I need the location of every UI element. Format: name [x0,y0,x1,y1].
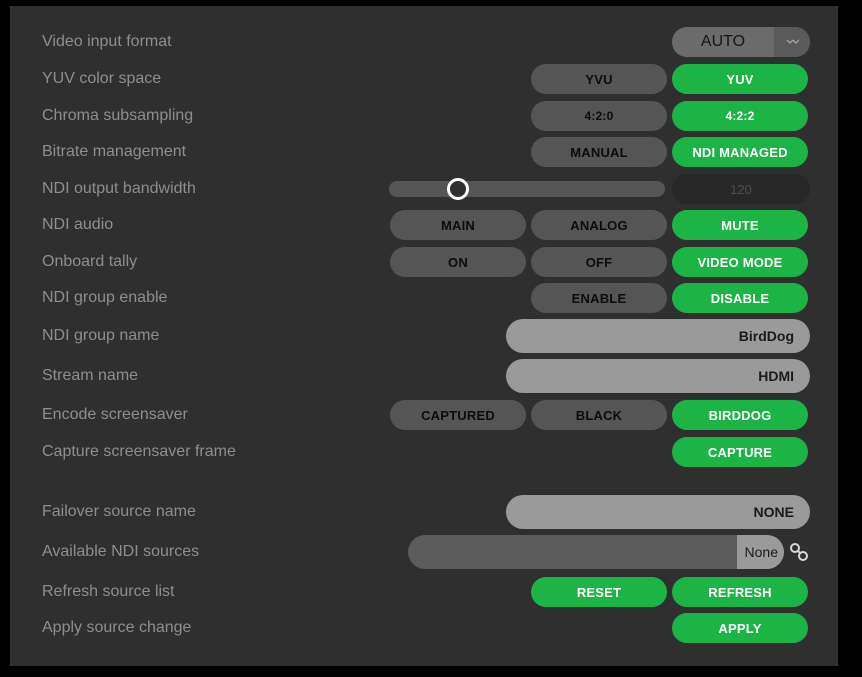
ndi-sources-select[interactable]: None [408,535,784,569]
available-ndi-sources-label: Available NDI sources [42,543,200,560]
audio-mute-button[interactable]: MUTE [672,210,808,240]
reset-button[interactable]: RESET [531,577,667,607]
manual-button[interactable]: MANUAL [531,137,667,167]
row-yuv-color-space: YUV color space YVU YUV [10,61,838,97]
stream-name-label: Stream name [42,367,139,384]
row-bitrate-management: Bitrate management MANUAL NDI MANAGED [10,134,838,170]
ndi-group-enable-label: NDI group enable [42,289,168,306]
failover-source-name-input[interactable]: NONE [506,495,810,529]
chroma-422-button[interactable]: 4:2:2 [672,101,808,131]
screensaver-captured-button[interactable]: CAPTURED [390,400,526,430]
row-apply-source-change: Apply source change APPLY [10,610,838,646]
failover-source-name-label: Failover source name [42,503,196,520]
yuv-button[interactable]: YUV [672,64,808,94]
row-available-ndi-sources: Available NDI sources None [10,534,838,570]
row-video-input-format: Video input format AUTO [10,24,838,60]
group-disable-button[interactable]: DISABLE [672,283,808,313]
chevron-down-icon [774,27,810,57]
screensaver-birddog-button[interactable]: BIRDDOG [672,400,808,430]
refresh-source-list-label: Refresh source list [42,583,175,600]
chroma-420-button[interactable]: 4:2:0 [531,101,667,131]
apply-button[interactable]: APPLY [672,613,808,643]
audio-main-button[interactable]: MAIN [390,210,526,240]
row-chroma-subsampling: Chroma subsampling 4:2:0 4:2:2 [10,98,838,134]
onboard-tally-label: Onboard tally [42,253,138,270]
bitrate-management-label: Bitrate management [42,143,187,160]
apply-source-change-label: Apply source change [42,619,192,636]
settings-panel: Video input format AUTO YUV color space … [10,6,838,666]
ndi-audio-label: NDI audio [42,216,114,233]
ndi-group-name-input[interactable]: BirdDog [506,319,810,353]
row-ndi-group-name: NDI group name BirdDog [10,318,838,354]
capture-screensaver-frame-label: Capture screensaver frame [42,443,236,460]
row-stream-name: Stream name HDMI [10,358,838,394]
yuv-color-space-label: YUV color space [42,70,162,87]
stream-name-input[interactable]: HDMI [506,359,810,393]
video-input-format-label: Video input format [42,33,172,50]
tally-off-button[interactable]: OFF [531,247,667,277]
ndi-sources-value: None [736,535,784,569]
row-ndi-audio: NDI audio MAIN ANALOG MUTE [10,207,838,243]
link-icon[interactable] [788,541,810,563]
row-ndi-output-bandwidth: NDI output bandwidth 120 [10,171,838,207]
yvu-button[interactable]: YVU [531,64,667,94]
row-encode-screensaver: Encode screensaver CAPTURED BLACK BIRDDO… [10,397,838,433]
bandwidth-slider-handle[interactable] [447,178,469,200]
tally-video-mode-button[interactable]: VIDEO MODE [672,247,808,277]
row-onboard-tally: Onboard tally ON OFF VIDEO MODE [10,244,838,280]
ndi-output-bandwidth-label: NDI output bandwidth [42,180,196,197]
tally-on-button[interactable]: ON [390,247,526,277]
row-capture-screensaver-frame: Capture screensaver frame CAPTURE [10,434,838,470]
capture-button[interactable]: CAPTURE [672,437,808,467]
chroma-subsampling-label: Chroma subsampling [42,107,194,124]
row-ndi-group-enable: NDI group enable ENABLE DISABLE [10,280,838,316]
refresh-button[interactable]: REFRESH [672,577,808,607]
row-failover-source-name: Failover source name NONE [10,494,838,530]
ndi-managed-button[interactable]: NDI MANAGED [672,137,808,167]
video-input-format-value: AUTO [700,33,746,50]
row-refresh-source-list: Refresh source list RESET REFRESH [10,574,838,610]
group-enable-button[interactable]: ENABLE [531,283,667,313]
screensaver-black-button[interactable]: BLACK [531,400,667,430]
ndi-group-name-label: NDI group name [42,327,160,344]
audio-analog-button[interactable]: ANALOG [531,210,667,240]
bandwidth-slider-track[interactable] [389,181,665,197]
bandwidth-value-field[interactable]: 120 [672,174,810,204]
encode-screensaver-label: Encode screensaver [42,406,188,423]
video-input-format-select[interactable]: AUTO [672,27,810,57]
